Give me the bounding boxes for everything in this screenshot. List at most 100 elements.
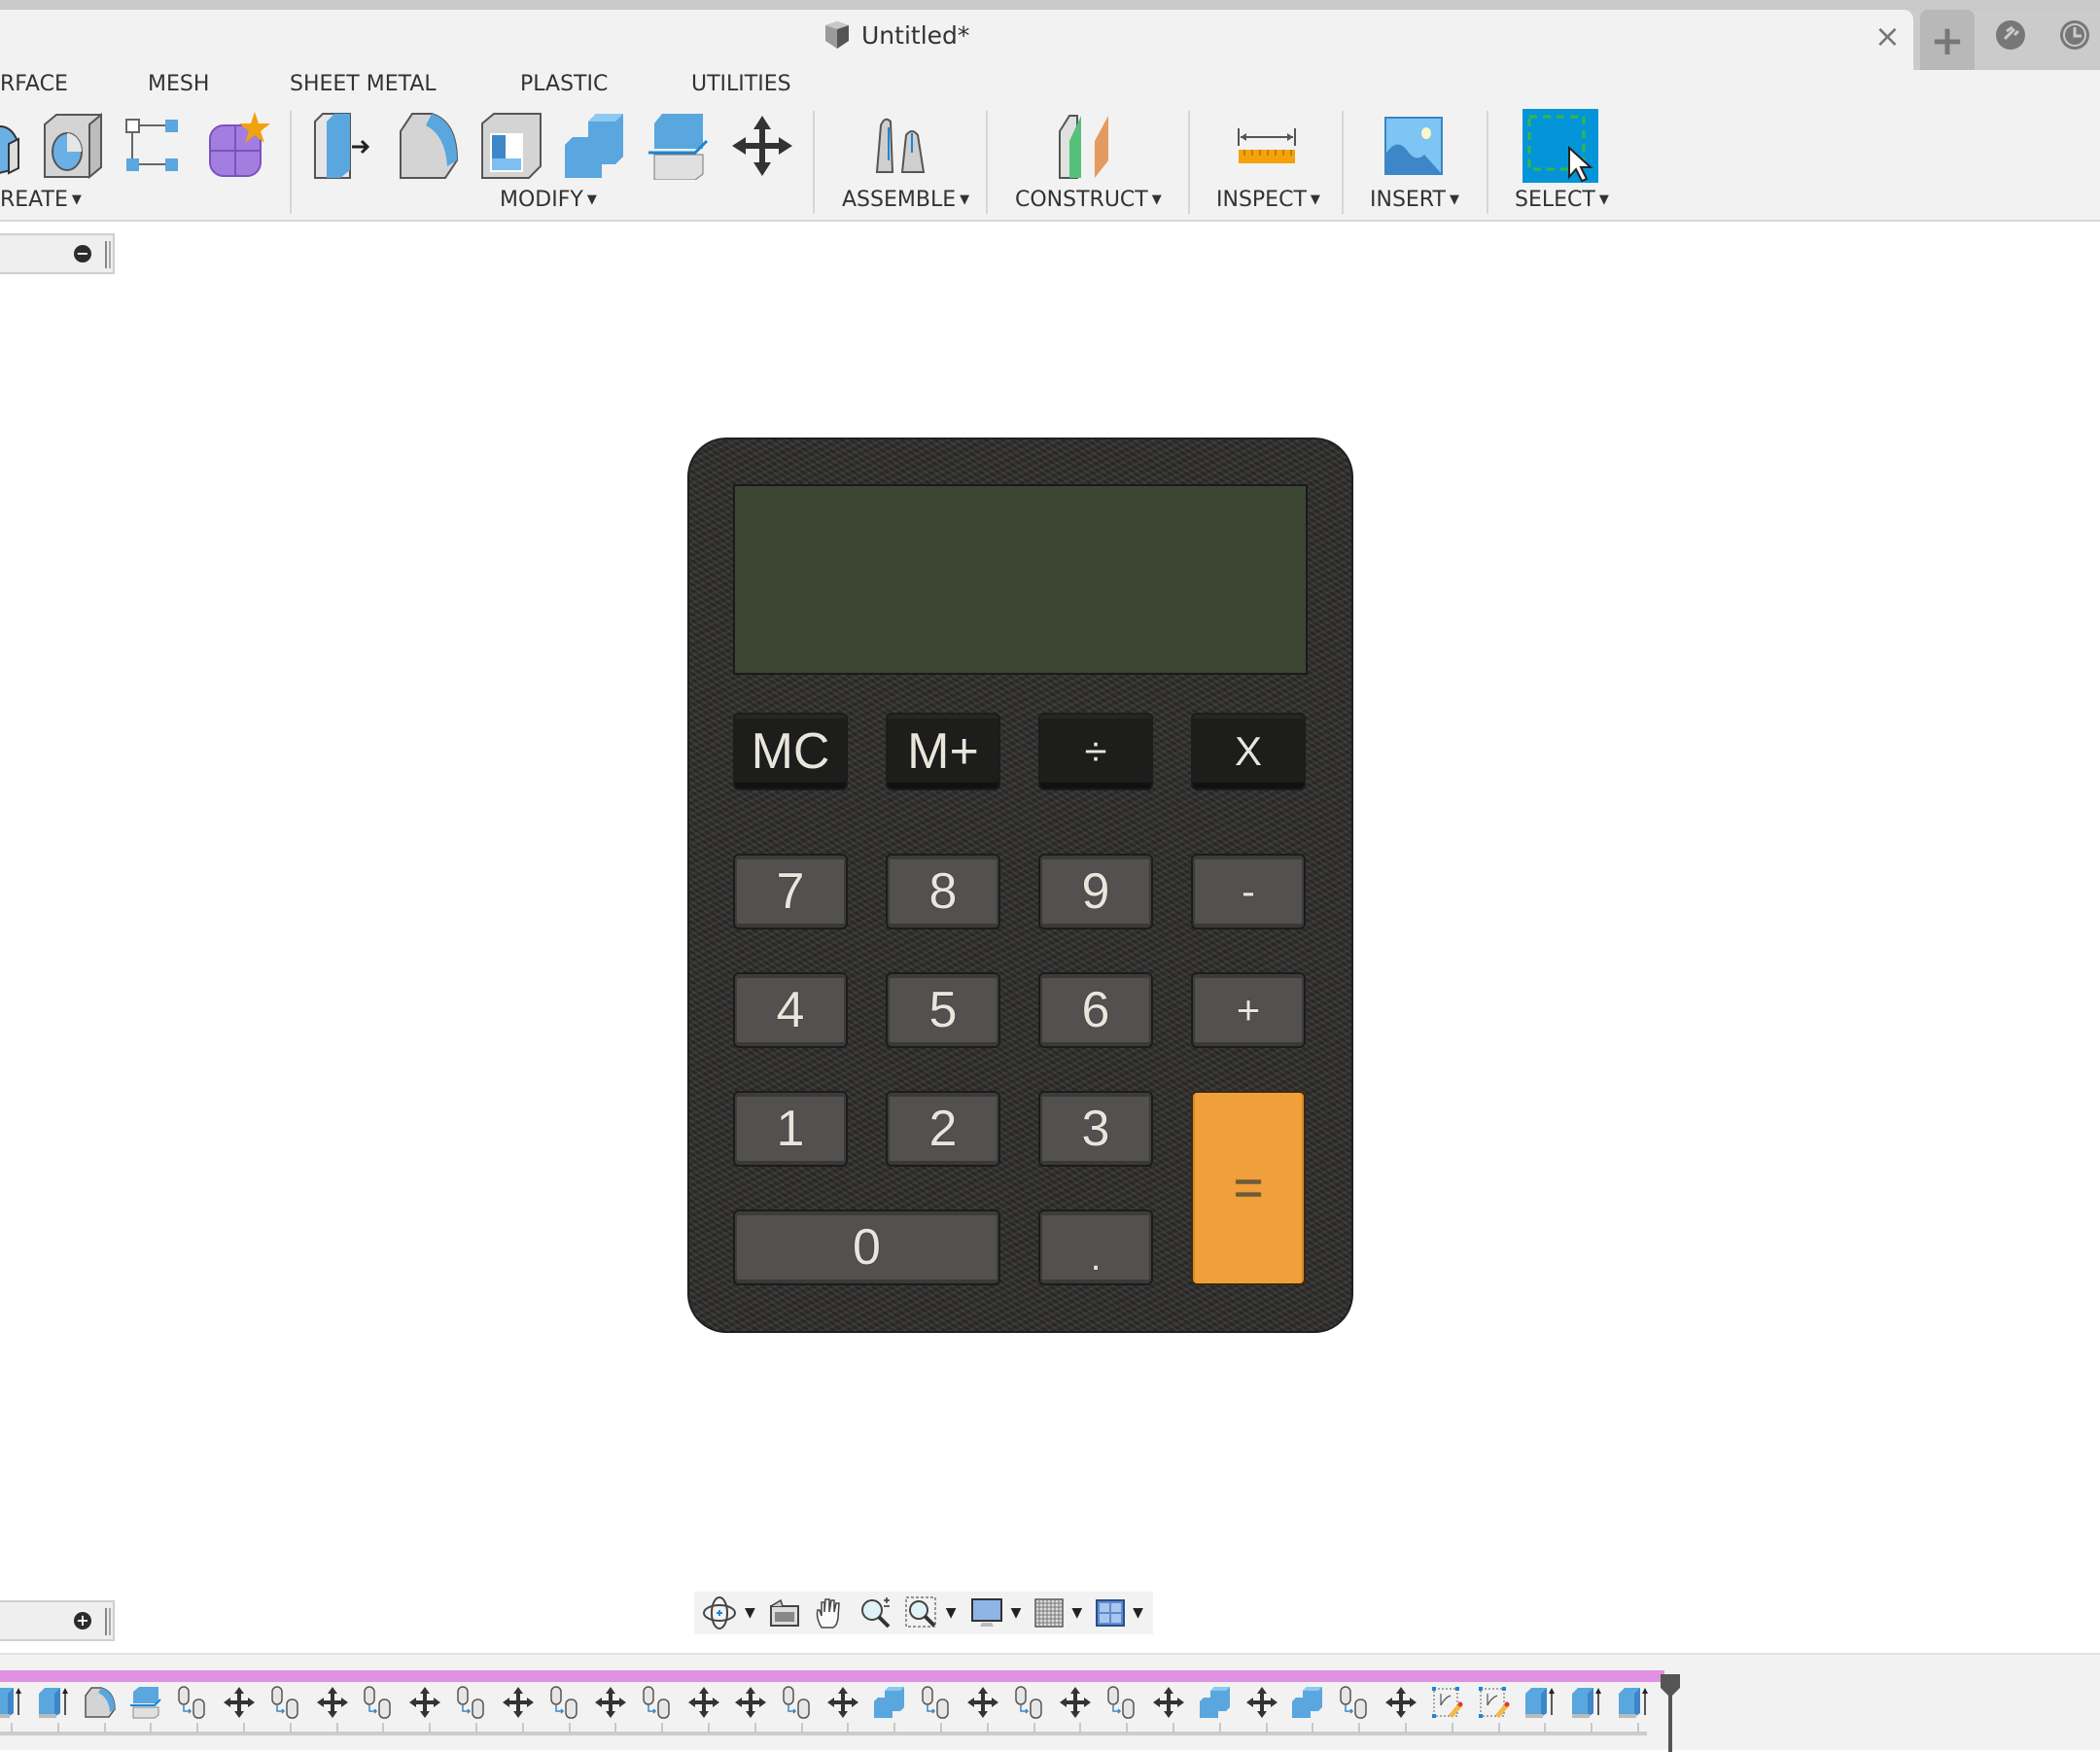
timeline-feature-extrude[interactable] xyxy=(0,1686,23,1719)
timeline-feature-joint[interactable] xyxy=(548,1686,581,1719)
expand-icon[interactable]: + xyxy=(74,1612,91,1629)
timeline-feature-move[interactable] xyxy=(502,1686,535,1719)
calculator-key[interactable]: 1 xyxy=(733,1091,848,1167)
calculator-key[interactable]: 8 xyxy=(886,854,1000,929)
calculator-key[interactable]: ÷ xyxy=(1038,713,1153,790)
look-at-button[interactable] xyxy=(769,1592,800,1634)
select-menu[interactable]: SELECT ▼ xyxy=(1515,188,1609,212)
calculator-key[interactable]: - xyxy=(1191,854,1306,929)
calculator-key[interactable]: M+ xyxy=(886,713,1000,790)
split-body-tool[interactable] xyxy=(641,109,717,183)
timeline-feature-move[interactable] xyxy=(734,1686,767,1719)
extensions-icon[interactable] xyxy=(1993,18,2028,53)
combine-tool[interactable] xyxy=(557,109,633,183)
timeline-feature-joint[interactable] xyxy=(1013,1686,1046,1719)
timeline-feature-joint[interactable] xyxy=(1105,1686,1138,1719)
timeline-feature-fillet[interactable] xyxy=(84,1686,117,1719)
timeline-feature-move[interactable] xyxy=(826,1686,859,1719)
timeline-group-bar[interactable] xyxy=(0,1670,1664,1682)
modify-menu[interactable]: MODIFY ▼ xyxy=(500,188,597,212)
close-tab-button[interactable]: × xyxy=(1874,18,1901,54)
timeline-feature-joint[interactable] xyxy=(269,1686,302,1719)
orbit-button[interactable]: ▼ xyxy=(702,1592,755,1634)
calculator-key[interactable]: 7 xyxy=(733,854,848,929)
calculator-key[interactable]: 3 xyxy=(1038,1091,1153,1167)
chevron-down-icon[interactable]: ▼ xyxy=(946,1605,957,1621)
timeline-feature-move[interactable] xyxy=(1152,1686,1185,1719)
comments-panel[interactable]: + xyxy=(0,1600,115,1641)
panel-resize-handle[interactable] xyxy=(105,241,111,268)
calculator-key[interactable]: = xyxy=(1191,1091,1306,1285)
chevron-down-icon[interactable]: ▼ xyxy=(1011,1605,1022,1621)
hole-tool[interactable] xyxy=(35,109,111,183)
calculator-key[interactable]: 2 xyxy=(886,1091,1000,1167)
tab-plastic[interactable]: PLASTIC xyxy=(520,72,608,96)
timeline-feature-extrude[interactable] xyxy=(1523,1686,1557,1719)
calculator-key[interactable]: 4 xyxy=(733,972,848,1048)
fit-button[interactable]: ▼ xyxy=(905,1592,957,1634)
grid-snaps-button[interactable]: ▼ xyxy=(1034,1592,1082,1634)
offset-plane-tool[interactable] xyxy=(1050,109,1126,183)
browser-panel[interactable]: − xyxy=(0,233,115,274)
timeline-feature-split-body[interactable] xyxy=(129,1686,162,1719)
timeline-feature-joint[interactable] xyxy=(781,1686,814,1719)
calculator-key[interactable]: 0 xyxy=(733,1209,1000,1285)
timeline-feature-move[interactable] xyxy=(1059,1686,1092,1719)
create-menu[interactable]: REATE ▼ xyxy=(0,188,82,212)
inspect-menu[interactable]: INSPECT ▼ xyxy=(1216,188,1320,212)
tab-utilities[interactable]: UTILITIES xyxy=(691,72,791,96)
timeline-feature-joint[interactable] xyxy=(362,1686,395,1719)
timeline-feature-joint[interactable] xyxy=(1338,1686,1371,1719)
timeline-feature-move[interactable] xyxy=(687,1686,720,1719)
timeline-feature-extrude[interactable] xyxy=(1570,1686,1603,1719)
chevron-down-icon[interactable]: ▼ xyxy=(1071,1605,1082,1621)
timeline-feature-combine[interactable] xyxy=(873,1686,906,1719)
calculator-key[interactable]: MC xyxy=(733,713,848,790)
rectangular-pattern-tool[interactable] xyxy=(115,109,191,183)
timeline-feature-extrude[interactable] xyxy=(37,1686,70,1719)
select-tool[interactable] xyxy=(1522,109,1598,183)
collapse-icon[interactable]: − xyxy=(74,245,91,263)
assemble-menu[interactable]: ASSEMBLE ▼ xyxy=(842,188,969,212)
new-tab-button[interactable]: + xyxy=(1920,10,1975,70)
timeline-feature-move[interactable] xyxy=(408,1686,441,1719)
timeline-feature-extrude[interactable] xyxy=(1617,1686,1650,1719)
zoom-button[interactable] xyxy=(858,1592,892,1634)
timeline-feature-joint[interactable] xyxy=(920,1686,953,1719)
move-copy-tool[interactable] xyxy=(724,109,800,183)
job-status-icon[interactable] xyxy=(2057,18,2092,53)
timeline-feature-sketch[interactable] xyxy=(1431,1686,1464,1719)
timeline-feature-combine[interactable] xyxy=(1199,1686,1232,1719)
insert-menu[interactable]: INSERT ▼ xyxy=(1370,188,1459,212)
calculator-key[interactable]: X xyxy=(1191,713,1306,790)
revolve-tool[interactable] xyxy=(0,109,37,183)
calculator-key[interactable]: 6 xyxy=(1038,972,1153,1048)
timeline-feature-move[interactable] xyxy=(966,1686,999,1719)
viewports-button[interactable]: ▼ xyxy=(1096,1592,1143,1634)
joint-tool[interactable] xyxy=(862,109,938,183)
timeline-feature-move[interactable] xyxy=(1245,1686,1278,1719)
press-pull-tool[interactable] xyxy=(304,109,380,183)
tab-surface[interactable]: RFACE xyxy=(0,72,68,96)
timeline-feature-move[interactable] xyxy=(316,1686,349,1719)
calculator-key[interactable]: . xyxy=(1038,1209,1153,1285)
timeline-feature-move[interactable] xyxy=(594,1686,627,1719)
tab-mesh[interactable]: MESH xyxy=(148,72,209,96)
timeline-marker[interactable] xyxy=(1661,1674,1680,1752)
insert-canvas-tool[interactable] xyxy=(1376,109,1452,183)
shell-tool[interactable] xyxy=(473,109,549,183)
timeline-feature-move[interactable] xyxy=(1384,1686,1418,1719)
timeline-feature-sketch[interactable] xyxy=(1478,1686,1511,1719)
calculator-model[interactable]: MC M+ ÷ X 7 8 9 - 4 5 6 +1 2 3 = 0. xyxy=(687,438,1353,1333)
panel-resize-handle[interactable] xyxy=(105,1608,111,1635)
timeline-feature-joint[interactable] xyxy=(176,1686,209,1719)
chevron-down-icon[interactable]: ▼ xyxy=(745,1605,755,1621)
fillet-tool[interactable] xyxy=(390,109,466,183)
timeline-feature-move[interactable] xyxy=(223,1686,256,1719)
display-settings-button[interactable]: ▼ xyxy=(970,1592,1022,1634)
calculator-key[interactable]: + xyxy=(1191,972,1306,1048)
timeline-feature-joint[interactable] xyxy=(641,1686,674,1719)
measure-tool[interactable] xyxy=(1229,109,1305,183)
timeline-feature-joint[interactable] xyxy=(455,1686,488,1719)
create-form-tool[interactable] xyxy=(200,109,276,183)
